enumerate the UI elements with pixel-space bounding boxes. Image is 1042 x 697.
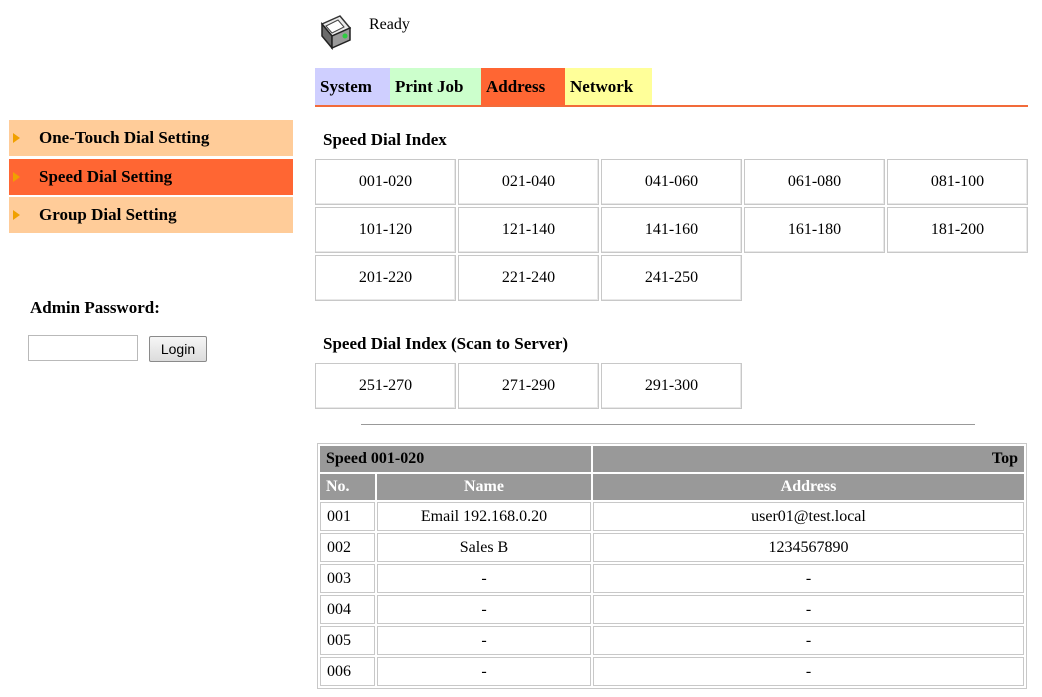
cell-no: 006	[320, 657, 375, 686]
index-link[interactable]: 201-220	[315, 255, 456, 301]
arrow-right-icon	[13, 172, 20, 182]
index-link[interactable]: 241-250	[601, 255, 742, 301]
table-row: 002 Sales B 1234567890	[320, 533, 1024, 562]
index-link[interactable]: 041-060	[601, 159, 742, 205]
index-link[interactable]: 081-100	[887, 159, 1028, 205]
speed-dial-table: Speed 001-020 Top No. Name Address 001 E…	[317, 443, 1027, 689]
sidebar-item-speed-dial[interactable]: Speed Dial Setting	[9, 159, 293, 195]
cell-name: -	[377, 657, 591, 686]
main-tabs: System Print Job Address Network	[315, 68, 652, 105]
arrow-right-icon	[13, 210, 20, 220]
scan-index-title: Speed Dial Index (Scan to Server)	[323, 334, 569, 353]
cell-address: -	[593, 564, 1024, 593]
table-row: 001 Email 192.168.0.20 user01@test.local	[320, 502, 1024, 531]
sidebar-item-one-touch-dial[interactable]: One-Touch Dial Setting	[9, 120, 293, 156]
speed-dial-index-grid: 001-020 021-040 041-060 061-080 081-100 …	[315, 159, 1028, 301]
index-link[interactable]: 291-300	[601, 363, 742, 409]
speed-dial-index-title: Speed Dial Index	[323, 130, 447, 149]
index-link[interactable]: 141-160	[601, 207, 742, 253]
index-link[interactable]: 121-140	[458, 207, 599, 253]
tab-system[interactable]: System	[315, 68, 390, 105]
sidebar-item-label: Group Dial Setting	[39, 205, 177, 224]
table-row: 006 - -	[320, 657, 1024, 686]
admin-password-input[interactable]	[28, 335, 138, 361]
sidebar-item-label: One-Touch Dial Setting	[39, 128, 210, 147]
index-link[interactable]: 221-240	[458, 255, 599, 301]
cell-address: user01@test.local	[593, 502, 1024, 531]
cell-no: 005	[320, 626, 375, 655]
cell-no: 002	[320, 533, 375, 562]
table-row: 004 - -	[320, 595, 1024, 624]
tab-network[interactable]: Network	[565, 68, 652, 105]
tab-address[interactable]: Address	[481, 68, 565, 105]
admin-password-label: Admin Password:	[30, 298, 160, 317]
index-link[interactable]: 021-040	[458, 159, 599, 205]
index-link[interactable]: 101-120	[315, 207, 456, 253]
cell-address: -	[593, 626, 1024, 655]
cell-name: Email 192.168.0.20	[377, 502, 591, 531]
index-link[interactable]: 181-200	[887, 207, 1028, 253]
cell-address: -	[593, 595, 1024, 624]
cell-no: 003	[320, 564, 375, 593]
table-title-row: Speed 001-020 Top	[320, 446, 1024, 472]
table-row: 005 - -	[320, 626, 1024, 655]
section-divider	[361, 424, 975, 425]
scan-index-grid: 251-270 271-290 291-300	[315, 363, 1028, 409]
cell-no: 004	[320, 595, 375, 624]
tab-print-job[interactable]: Print Job	[390, 68, 481, 105]
sidebar-item-label: Speed Dial Setting	[39, 167, 173, 186]
cell-name: Sales B	[377, 533, 591, 562]
cell-no: 001	[320, 502, 375, 531]
login-button[interactable]: Login	[149, 336, 207, 362]
sidebar-item-group-dial[interactable]: Group Dial Setting	[9, 197, 293, 233]
index-link[interactable]: 251-270	[315, 363, 456, 409]
table-header: No. Name Address	[320, 474, 1024, 500]
index-link[interactable]: 271-290	[458, 363, 599, 409]
arrow-right-icon	[13, 133, 20, 143]
cell-name: -	[377, 595, 591, 624]
column-header-address: Address	[593, 474, 1024, 500]
table-row: 003 - -	[320, 564, 1024, 593]
cell-address: 1234567890	[593, 533, 1024, 562]
printer-icon	[318, 14, 354, 52]
index-link[interactable]: 001-020	[315, 159, 456, 205]
status-text: Ready	[369, 16, 410, 33]
tab-underline	[315, 105, 1028, 107]
column-header-name: Name	[377, 474, 591, 500]
cell-name: -	[377, 626, 591, 655]
index-link[interactable]: 061-080	[744, 159, 885, 205]
top-link[interactable]: Top	[593, 446, 1024, 472]
table-title: Speed 001-020	[320, 446, 591, 472]
cell-address: -	[593, 657, 1024, 686]
cell-name: -	[377, 564, 591, 593]
index-link[interactable]: 161-180	[744, 207, 885, 253]
column-header-no: No.	[320, 474, 375, 500]
